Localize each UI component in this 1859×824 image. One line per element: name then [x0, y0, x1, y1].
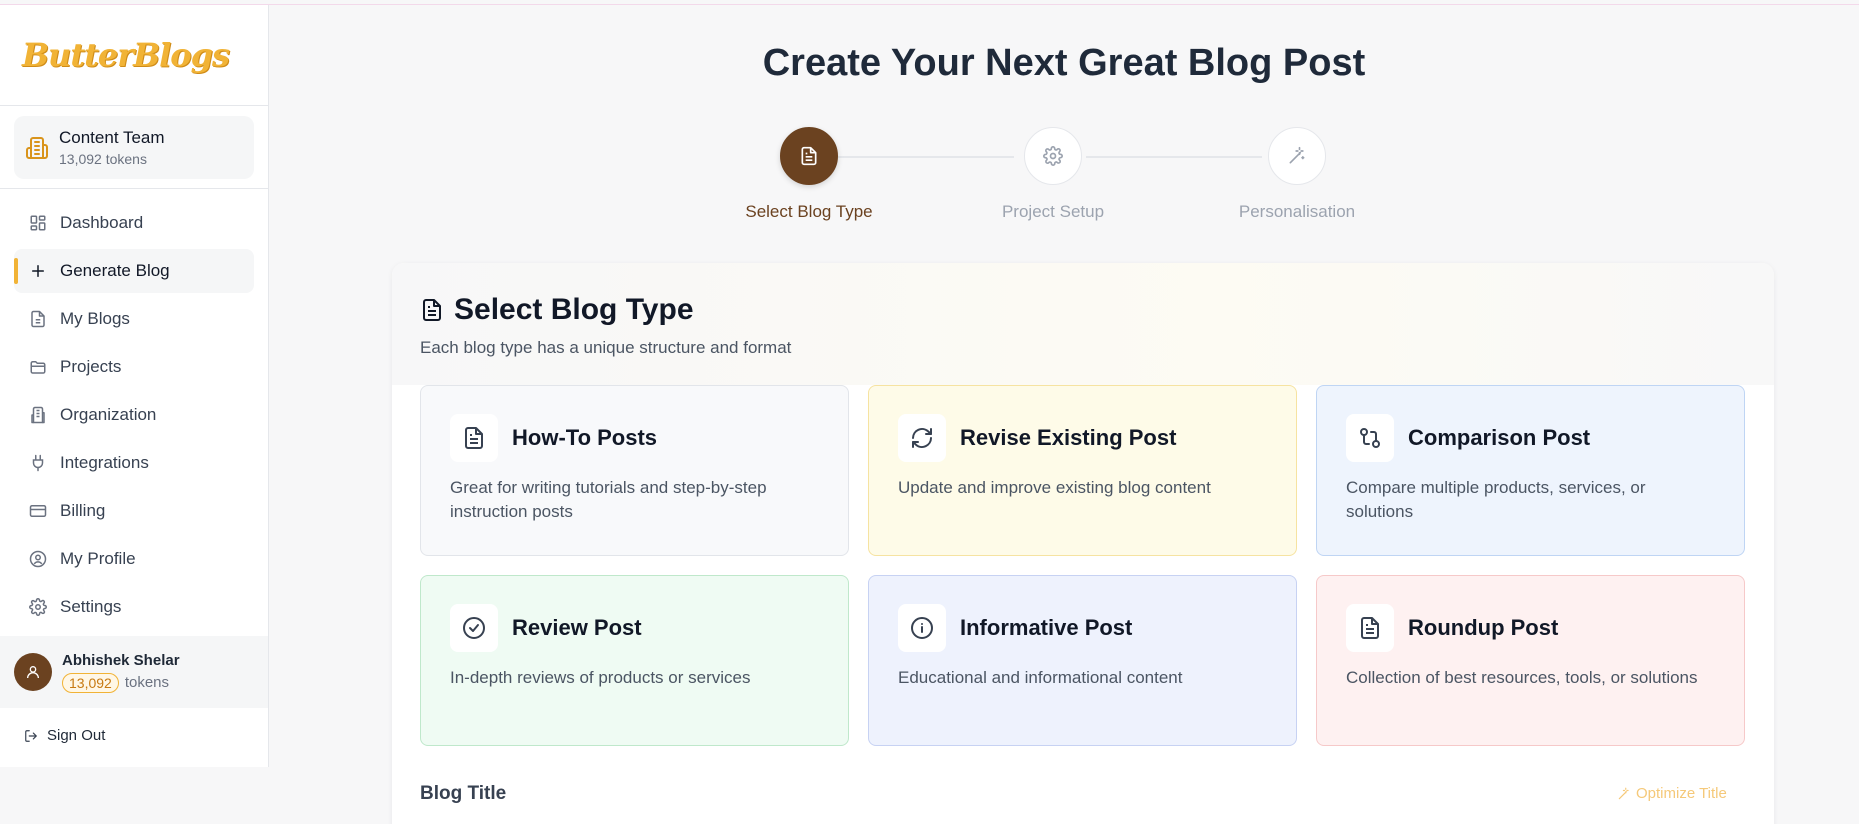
step-project-setup[interactable]: Project Setup — [963, 127, 1143, 222]
blog-type-card-roundup[interactable]: Roundup Post Collection of best resource… — [1316, 575, 1745, 746]
sidebar: ButterBlogs Content Team 13,092 tokens D… — [0, 5, 269, 767]
info-icon — [898, 604, 946, 652]
card-description: Compare multiple products, services, or … — [1346, 478, 1646, 521]
blog-type-panel: Select Blog Type Each blog type has a un… — [392, 263, 1774, 824]
building-icon — [28, 405, 48, 425]
sidebar-item-projects[interactable]: Projects — [14, 345, 254, 389]
step-circle — [1268, 127, 1326, 185]
plus-icon — [28, 261, 48, 281]
token-badge: 13,092 — [62, 672, 119, 693]
sidebar-item-label: Settings — [60, 597, 122, 616]
card-title: Comparison Post — [1408, 425, 1591, 450]
step-circle — [780, 127, 838, 185]
team-tokens: 13,092 tokens — [59, 151, 147, 167]
blog-type-card-revise[interactable]: Revise Existing Post Update and improve … — [868, 385, 1297, 556]
refresh-icon — [898, 414, 946, 462]
sidebar-item-label: Generate Blog — [60, 261, 170, 280]
sidebar-item-label: My Blogs — [60, 309, 130, 328]
sidebar-item-integrations[interactable]: Integrations — [14, 441, 254, 485]
user-name: Abhishek Shelar — [62, 651, 180, 669]
top-border — [0, 4, 1859, 5]
sidebar-item-my-profile[interactable]: My Profile — [14, 537, 254, 581]
document-icon — [450, 414, 498, 462]
step-personalisation[interactable]: Personalisation — [1207, 127, 1387, 222]
sign-out-label: Sign Out — [47, 727, 106, 744]
blog-type-card-comparison[interactable]: Comparison Post Compare multiple product… — [1316, 385, 1745, 556]
dashboard-icon — [28, 213, 48, 233]
sidebar-item-organization[interactable]: Organization — [14, 393, 254, 437]
blog-type-card-how-to[interactable]: How-To Posts Great for writing tutorials… — [420, 385, 849, 556]
page-title: Create Your Next Great Blog Post — [762, 42, 1366, 84]
check-circle-icon — [450, 604, 498, 652]
card-description: Educational and informational content — [898, 668, 1183, 687]
sidebar-item-label: Dashboard — [60, 213, 144, 232]
card-description: Collection of best resources, tools, or … — [1346, 668, 1698, 687]
optimize-title-label: Optimize Title — [1636, 785, 1727, 802]
panel-header: Select Blog Type Each blog type has a un… — [392, 263, 1774, 385]
token-label: tokens — [124, 674, 170, 691]
user-icon — [27, 666, 39, 679]
card-title: Roundup Post — [1408, 615, 1559, 640]
document-icon — [801, 146, 817, 166]
step-label: Project Setup — [1001, 202, 1105, 221]
file-icon — [28, 309, 48, 329]
avatar — [14, 653, 52, 691]
card-description: In-depth reviews of products or services — [450, 668, 751, 687]
plug-icon — [28, 453, 48, 473]
app-logo[interactable]: ButterBlogs — [22, 36, 230, 74]
document-icon — [1346, 604, 1394, 652]
credit-card-icon — [28, 501, 48, 521]
user-circle-icon — [28, 549, 48, 569]
card-title: Informative Post — [960, 615, 1133, 640]
sidebar-item-label: Projects — [60, 357, 122, 376]
team-section: Content Team 13,092 tokens — [0, 106, 268, 189]
sidebar-item-dashboard[interactable]: Dashboard — [14, 201, 254, 245]
card-title: How-To Posts — [512, 425, 658, 450]
sidebar-item-billing[interactable]: Billing — [14, 489, 254, 533]
sidebar-item-settings[interactable]: Settings — [14, 585, 254, 629]
sidebar-item-generate-blog[interactable]: Generate Blog — [14, 249, 254, 293]
sidebar-item-label: My Profile — [60, 549, 136, 568]
team-name: Content Team — [59, 128, 165, 147]
section-subtitle: Each blog type has a unique structure an… — [420, 338, 792, 357]
blog-title-label: Blog Title — [420, 783, 507, 804]
step-circle — [1024, 127, 1082, 185]
gear-icon — [1043, 146, 1063, 166]
step-label: Personalisation — [1238, 202, 1356, 221]
sidebar-item-label: Organization — [60, 405, 157, 424]
blog-type-card-informative[interactable]: Informative Post Educational and informa… — [868, 575, 1297, 746]
user-card[interactable]: Abhishek Shelar 13,092 tokens — [0, 636, 268, 708]
folder-icon — [28, 357, 48, 377]
gear-icon — [28, 597, 48, 617]
logo-area: ButterBlogs — [0, 5, 268, 106]
document-icon — [420, 298, 444, 322]
card-description: Great for writing tutorials and step-by-… — [450, 478, 767, 521]
section-title: Select Blog Type — [454, 293, 694, 326]
sidebar-item-label: Integrations — [60, 453, 149, 472]
step-select-blog-type[interactable]: Select Blog Type — [719, 127, 899, 222]
blog-type-card-review[interactable]: Review Post In-depth reviews of products… — [420, 575, 849, 746]
sign-out-button[interactable]: Sign Out — [24, 727, 105, 744]
step-label: Select Blog Type — [745, 202, 873, 221]
magic-wand-icon — [1289, 146, 1305, 164]
sidebar-nav: Dashboard Generate Blog My Blogs Project… — [0, 189, 268, 629]
magic-wand-icon — [1618, 787, 1629, 799]
team-switcher[interactable]: Content Team 13,092 tokens — [14, 116, 254, 179]
card-description: Update and improve existing blog content — [898, 478, 1211, 497]
logout-icon — [25, 729, 38, 742]
sidebar-item-my-blogs[interactable]: My Blogs — [14, 297, 254, 341]
optimize-title-button[interactable]: Optimize Title — [1617, 785, 1727, 802]
progress-stepper: Select Blog Type Project Setup Personali… — [720, 127, 1380, 227]
building-icon — [24, 135, 50, 161]
card-title: Revise Existing Post — [960, 425, 1177, 450]
card-title: Review Post — [512, 615, 642, 640]
compare-icon — [1346, 414, 1394, 462]
sidebar-item-label: Billing — [60, 501, 106, 520]
